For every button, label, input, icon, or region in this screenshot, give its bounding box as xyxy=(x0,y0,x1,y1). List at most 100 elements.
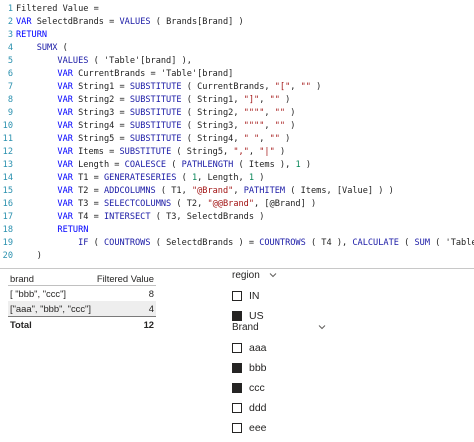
code-line[interactable]: 2 VAR SelectdBrands = VALUES ( Brands[Bra… xyxy=(0,16,244,28)
cell-brand: [ "bbb", "ccc"] xyxy=(10,288,67,299)
code-token: SUM xyxy=(414,238,430,248)
chevron-down-icon[interactable] xyxy=(268,270,278,280)
code-token: VAR xyxy=(16,186,79,196)
checkbox[interactable] xyxy=(232,423,242,433)
code-token: 'Table' xyxy=(445,238,474,248)
code-text: VALUES ( 'Table'[brand] ), xyxy=(16,56,192,66)
checkbox[interactable] xyxy=(232,383,242,393)
code-token: Filtered Value = xyxy=(16,4,99,14)
slicer-option-bbb[interactable]: bbb xyxy=(232,358,332,378)
slicer-option-in[interactable]: IN xyxy=(232,286,322,306)
code-token: ) xyxy=(310,82,322,92)
slicer-option-aaa[interactable]: aaa xyxy=(232,338,332,358)
code-token: , Length, xyxy=(197,173,249,183)
slicer-option-eee[interactable]: eee xyxy=(232,418,332,438)
code-line[interactable]: 11 VAR String5 = SUBSTITUTE ( String4, "… xyxy=(0,133,291,145)
code-line[interactable]: 5 VALUES ( 'Table'[brand] ), xyxy=(0,55,192,67)
code-line[interactable]: 1 Filtered Value = xyxy=(0,3,99,15)
slicer-option-ccc[interactable]: ccc xyxy=(232,378,332,398)
code-token: Items = xyxy=(78,147,120,157)
code-line[interactable]: 16 VAR T3 = SELECTCOLUMNS ( T2, "@@Brand… xyxy=(0,198,316,210)
column-header-brand[interactable]: brand xyxy=(8,273,34,284)
code-token: String1 = xyxy=(78,82,130,92)
code-token: Length = xyxy=(78,160,125,170)
code-token: CurrentBrands = xyxy=(78,69,161,79)
code-line[interactable]: 4 SUMX ( xyxy=(0,42,68,54)
code-line[interactable]: 10 VAR String4 = SUBSTITUTE ( String3, "… xyxy=(0,120,296,132)
code-token: VAR xyxy=(16,82,79,92)
table-header: brand Filtered Value xyxy=(8,271,156,286)
code-token: PATHLENGTH xyxy=(181,160,234,170)
code-token: ADDCOLUMNS xyxy=(103,186,156,196)
code-token: SUBSTITUTE xyxy=(129,121,182,131)
code-token: "" xyxy=(274,108,286,118)
slicer-title: region xyxy=(232,269,260,281)
code-line[interactable]: 14 VAR T1 = GENERATESERIES ( 1, Length, … xyxy=(0,172,265,184)
code-token: String4 = xyxy=(78,121,130,131)
code-token: ( String3, xyxy=(181,121,244,131)
slicer-header[interactable]: Brand xyxy=(232,320,332,334)
checkbox[interactable] xyxy=(232,403,242,413)
checkbox[interactable] xyxy=(232,291,242,301)
code-token: , xyxy=(264,121,275,131)
code-text: VAR Items = SUBSTITUTE ( String5, ",", "… xyxy=(16,147,285,157)
chevron-down-icon[interactable] xyxy=(317,322,327,332)
slicer-header[interactable]: region xyxy=(232,268,322,282)
code-line[interactable]: 3 RETURN xyxy=(0,29,47,41)
code-line[interactable]: 7 VAR String1 = SUBSTITUTE ( CurrentBran… xyxy=(0,81,322,93)
code-line[interactable]: 6 VAR CurrentBrands = 'Table'[brand] xyxy=(0,68,234,80)
code-line[interactable]: 13 VAR Length = COALESCE ( PATHLENGTH ( … xyxy=(0,159,311,171)
code-token: VAR xyxy=(16,17,37,27)
checkbox[interactable] xyxy=(232,343,242,353)
code-line[interactable]: 9 VAR String3 = SUBSTITUTE ( String2, ""… xyxy=(0,107,296,119)
line-number: 17 xyxy=(2,212,13,222)
code-line[interactable]: 15 VAR T2 = ADDCOLUMNS ( T1, "@Brand", P… xyxy=(0,185,394,197)
code-line[interactable]: 12 VAR Items = SUBSTITUTE ( String5, ","… xyxy=(0,146,285,158)
dax-formula-editor[interactable]: 1 Filtered Value = 2 VAR SelectdBrands = VA… xyxy=(0,0,474,269)
code-token: SUMX xyxy=(16,43,58,53)
line-number: 8 xyxy=(7,95,13,105)
table-row[interactable]: ["aaa", "bbb", "ccc"] 4 xyxy=(8,301,156,316)
code-text: ) xyxy=(16,251,42,261)
line-number: 3 xyxy=(7,30,13,40)
code-line[interactable]: 20 ) xyxy=(0,250,42,262)
code-token: [brand] xyxy=(197,69,234,79)
code-text: VAR T3 = SELECTCOLUMNS ( T2, "@@Brand", … xyxy=(16,199,316,209)
code-token: """" xyxy=(243,121,265,131)
code-token: ( Items, [Value] ) ) xyxy=(285,186,394,196)
code-token: ) xyxy=(285,121,296,131)
code-token: "]" xyxy=(243,95,260,105)
code-token: [brand] ), xyxy=(140,56,192,66)
code-token: 'Table' xyxy=(160,69,198,79)
line-number: 2 xyxy=(7,17,13,27)
code-line[interactable]: 18 RETURN xyxy=(0,224,89,236)
code-line[interactable]: 19 IF ( COUNTROWS ( SelectdBrands ) = CO… xyxy=(0,237,474,249)
code-token: String5 = xyxy=(78,134,130,144)
code-token: VAR xyxy=(16,160,79,170)
code-token: , [@Brand] ) xyxy=(254,199,317,209)
code-token: ( xyxy=(430,238,446,248)
slicer-option-ddd[interactable]: ddd xyxy=(232,398,332,418)
code-text: VAR String2 = SUBSTITUTE ( String1, "]",… xyxy=(16,95,290,105)
line-number: 13 xyxy=(2,160,13,170)
code-line[interactable]: 17 VAR T4 = INTERSECT ( T3, SelectdBrand… xyxy=(0,211,265,223)
table-row[interactable]: [ "bbb", "ccc"] 8 xyxy=(8,286,156,301)
code-token: ( xyxy=(166,160,182,170)
code-token: ) xyxy=(16,251,42,261)
code-token: ( Items ), xyxy=(233,160,296,170)
code-token: "@@Brand" xyxy=(207,199,255,209)
code-text: VAR String3 = SUBSTITUTE ( String2, """"… xyxy=(16,108,295,118)
code-token: SUBSTITUTE xyxy=(119,147,172,157)
checkbox[interactable] xyxy=(232,363,242,373)
column-header-filtered-value[interactable]: Filtered Value xyxy=(97,273,156,284)
code-token: ( T4 ), xyxy=(305,238,353,248)
code-line[interactable]: 8 VAR String2 = SUBSTITUTE ( String1, "]… xyxy=(0,94,290,106)
option-label: bbb xyxy=(249,362,267,374)
line-number: 5 xyxy=(7,56,13,66)
line-number: 9 xyxy=(7,108,13,118)
code-token: PATHITEM xyxy=(243,186,286,196)
code-token: ( String1, xyxy=(181,95,244,105)
code-token: VAR xyxy=(16,199,79,209)
code-token: , xyxy=(259,134,270,144)
code-text: RETURN xyxy=(16,225,88,235)
